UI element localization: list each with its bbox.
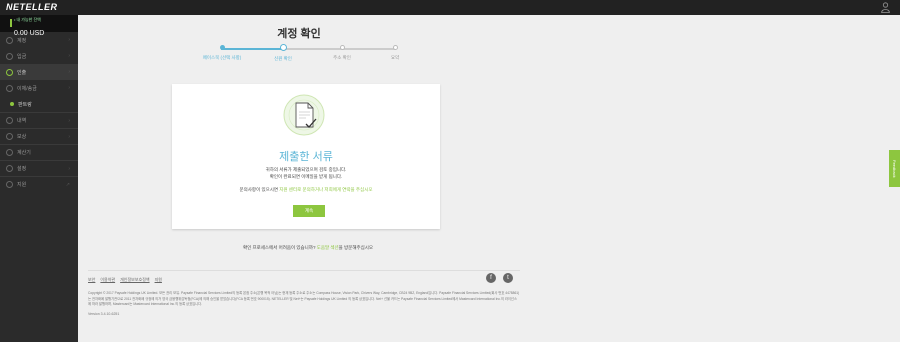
- card-message-line: 확인이 완료되면 이메일을 받게 됩니다.: [269, 173, 343, 179]
- sidebar-item-support[interactable]: 지원 ↗: [0, 176, 78, 192]
- footer-link-terms[interactable]: 이용약관: [100, 277, 115, 283]
- sidebar-item-settings[interactable]: 설정 ›: [0, 160, 78, 176]
- account-icon: [6, 36, 13, 44]
- withdraw-icon: [6, 68, 13, 76]
- step-node: [339, 45, 345, 50]
- support-center-link[interactable]: 지원 센터로 문의하거나 저희에게 연락을 주십시오: [279, 187, 372, 192]
- step-summary: 요약: [365, 45, 425, 61]
- sidebar-item-label: 보상: [17, 134, 27, 140]
- help-icon: [6, 181, 13, 188]
- sidebar-item-withdraw[interactable]: 인출 ›: [0, 64, 78, 80]
- help-text: 확인 프로세스에서 어려움이 있습니까? 도움말 섹션을 방문해주십시오: [78, 245, 538, 251]
- user-icon[interactable]: [881, 2, 890, 13]
- history-icon: [6, 117, 13, 124]
- submitted-documents-card: 제출한 서류 귀하의 서류가 제출되었으며 검토 중입니다. 확인이 완료되면 …: [172, 84, 440, 229]
- step-facebook: 페이스북 (선택 사항): [192, 45, 252, 61]
- step-node: [219, 45, 225, 50]
- step-node: [279, 44, 287, 51]
- sidebar-subitem[interactable]: 판트랑: [0, 96, 78, 112]
- feedback-tab[interactable]: Feedback: [889, 150, 900, 187]
- sidebar: • 내 가능한 잔액 0.00 USD 계정 › 입금 › 인출 › 이체/송금…: [0, 15, 78, 342]
- sidebar-item-label: 계산기: [17, 150, 31, 156]
- continue-button[interactable]: 계속: [293, 205, 325, 217]
- sidebar-item-label: 설정: [17, 166, 27, 172]
- facebook-icon[interactable]: f: [486, 273, 496, 283]
- chevron-right-icon: ›: [68, 53, 70, 59]
- step-label: 주소 확인: [333, 55, 351, 60]
- chevron-right-icon: ›: [68, 69, 70, 75]
- chevron-right-icon: ›: [68, 166, 70, 172]
- balance-label: • 내 가능한 잔액: [14, 17, 41, 22]
- sidebar-item-deposit[interactable]: 입금 ›: [0, 48, 78, 64]
- sidebar-item-label: 이체/송금: [17, 85, 37, 92]
- card-message: 귀하의 서류가 제출되었으며 검토 중입니다. 확인이 완료되면 이메일을 받게…: [172, 167, 440, 180]
- card-help-prefix: 문의사항이 있으시면: [239, 187, 280, 192]
- step-label: 페이스북 (선택 사항): [202, 55, 242, 60]
- sidebar-item-label: 판트랑: [18, 101, 32, 108]
- footer-link-security[interactable]: 보안: [88, 277, 95, 283]
- step-label: 요약: [390, 55, 400, 60]
- chevron-right-icon: ›: [68, 134, 70, 140]
- sidebar-item-calculator[interactable]: 계산기: [0, 144, 78, 160]
- copyright-text: Copyright © 2017 Paysafe Holdings UK Lim…: [88, 291, 520, 306]
- deposit-icon: [6, 52, 13, 60]
- sidebar-item-label: 인출: [17, 69, 27, 76]
- step-address: 주소 확인: [312, 45, 372, 61]
- main-content: 계정 확인 페이스북 (선택 사항) 신원 확인 주소 확인 요약 제출한 서류…: [78, 15, 900, 342]
- document-check-icon: [283, 94, 325, 136]
- external-link-icon: ↗: [65, 182, 70, 188]
- footer-link-support[interactable]: 지원: [155, 277, 162, 283]
- sidebar-item-label: 계정: [17, 37, 27, 44]
- balance-panel[interactable]: • 내 가능한 잔액 0.00 USD: [0, 15, 78, 37]
- step-label: 신원 확인: [274, 56, 292, 61]
- sidebar-item-rewards[interactable]: 보상 ›: [0, 128, 78, 144]
- step-identity: 신원 확인: [253, 44, 313, 62]
- neteller-logo[interactable]: NETELLER: [6, 2, 58, 12]
- sidebar-item-account[interactable]: 계정 ›: [0, 32, 78, 48]
- calculator-icon: [6, 149, 13, 156]
- sidebar-item-label: 내역: [17, 118, 27, 124]
- help-section-link[interactable]: 도움말 섹션: [317, 245, 339, 250]
- footer-link-privacy[interactable]: 개인정보보호정책: [120, 277, 149, 283]
- sidebar-item-history[interactable]: 내역 ›: [0, 112, 78, 128]
- rewards-icon: [6, 133, 13, 140]
- active-dot-icon: [10, 102, 14, 106]
- chevron-right-icon: ›: [68, 85, 70, 91]
- chevron-right-icon: ›: [68, 37, 70, 43]
- gear-icon: [6, 165, 13, 172]
- sidebar-item-label: 지원: [17, 182, 27, 188]
- card-help-text: 문의사항이 있으시면 지원 센터로 문의하거나 저희에게 연락을 주십시오: [172, 187, 440, 193]
- help-prefix: 확인 프로세스에서 어려움이 있습니까?: [242, 245, 317, 250]
- version-text: Version 3.4.10-6251: [88, 312, 120, 316]
- balance-indicator: [10, 19, 12, 27]
- twitter-icon[interactable]: t: [503, 273, 513, 283]
- sidebar-item-transfer[interactable]: 이체/송금 ›: [0, 80, 78, 96]
- sidebar-item-label: 입금: [17, 53, 27, 60]
- footer-divider: [88, 270, 520, 271]
- card-title: 제출한 서류: [279, 151, 333, 163]
- step-node: [392, 45, 398, 50]
- footer-links: 보안 이용약관 개인정보보호정책 지원: [88, 277, 162, 283]
- transfer-icon: [6, 84, 13, 92]
- page-title: 계정 확인: [277, 28, 321, 40]
- help-suffix: 을 방문해주십시오: [338, 245, 374, 250]
- top-bar: NETELLER: [0, 0, 900, 15]
- chevron-right-icon: ›: [68, 118, 70, 124]
